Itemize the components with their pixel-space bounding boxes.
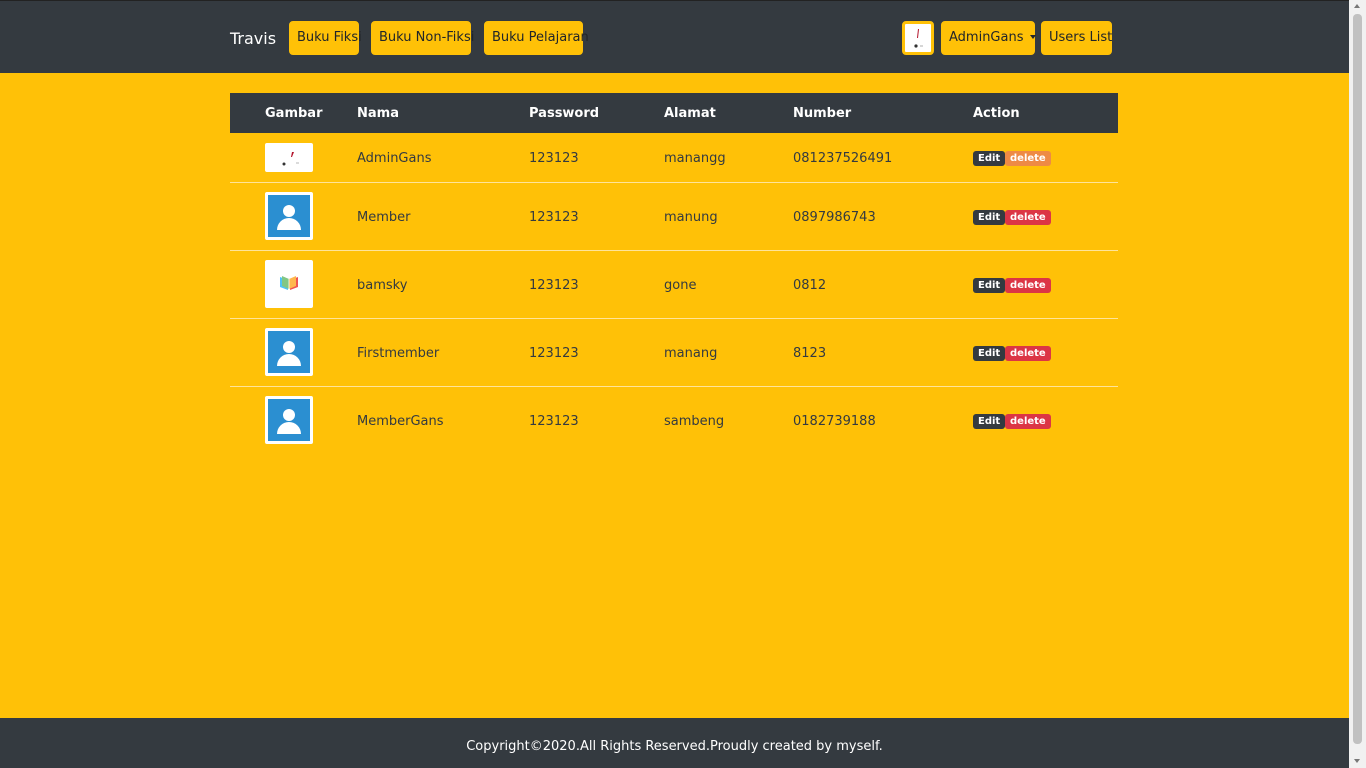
scrollbar-thumb[interactable] <box>1353 14 1362 744</box>
edit-button[interactable]: Edit <box>973 151 1006 166</box>
header-alamat: Alamat <box>664 106 716 121</box>
row-image <box>265 396 313 444</box>
row-nama: Firstmember <box>357 346 440 361</box>
header-gambar: Gambar <box>265 106 323 121</box>
page: Travis Buku Fiksi Buku Non-Fiksi Buku Pe… <box>0 0 1349 768</box>
row-alamat: manangg <box>664 151 726 166</box>
delete-button[interactable]: delete <box>1005 414 1051 429</box>
person-icon <box>268 399 310 441</box>
caret-down-icon <box>1030 35 1037 39</box>
row-alamat: manung <box>664 210 718 225</box>
footer-copyright: Copyright©2020.All Rights Reserved.Proud… <box>466 739 883 754</box>
row-number: 081237526491 <box>793 151 893 166</box>
row-number: 8123 <box>793 346 827 361</box>
row-nama: Member <box>357 210 411 225</box>
header-number: Number <box>793 106 852 121</box>
delete-button[interactable]: delete <box>1005 346 1051 361</box>
admin-avatar-icon <box>914 29 923 48</box>
table-row: AdminGans 123123 manangg 081237526491 Ed… <box>230 133 1118 183</box>
row-alamat: manang <box>664 346 718 361</box>
admin-image-icon <box>282 152 299 166</box>
delete-button[interactable]: delete <box>1005 210 1051 225</box>
table-header: Gambar Nama Password Alamat Number Actio… <box>230 93 1118 133</box>
person-icon <box>268 195 310 237</box>
edit-button[interactable]: Edit <box>973 414 1006 429</box>
row-password: 123123 <box>529 151 579 166</box>
edit-button[interactable]: Edit <box>973 278 1006 293</box>
row-password: 123123 <box>529 210 579 225</box>
row-image <box>265 192 313 240</box>
person-icon <box>268 331 310 373</box>
row-password: 123123 <box>529 346 579 361</box>
edit-button[interactable]: Edit <box>973 346 1006 361</box>
table-row: MemberGans 123123 sambeng 0182739188 Edi… <box>230 387 1118 455</box>
row-nama: bamsky <box>357 278 408 293</box>
navbar: Travis Buku Fiksi Buku Non-Fiksi Buku Pe… <box>0 0 1349 73</box>
row-number: 0182739188 <box>793 414 876 429</box>
footer: Copyright©2020.All Rights Reserved.Proud… <box>0 718 1349 768</box>
row-alamat: sambeng <box>664 414 725 429</box>
header-action: Action <box>973 106 1020 121</box>
nav-buku-non-fiksi-button[interactable]: Buku Non-Fiksi <box>371 21 474 55</box>
user-menu-dropdown[interactable]: AdminGans <box>941 21 1037 55</box>
row-image <box>265 143 313 172</box>
row-number: 0812 <box>793 278 827 293</box>
nav-buku-pelajaran-button[interactable]: Buku Pelajaran <box>484 21 589 55</box>
row-alamat: gone <box>664 278 697 293</box>
book-icon <box>280 276 298 290</box>
vertical-scrollbar[interactable] <box>1349 0 1366 768</box>
row-image <box>265 260 313 308</box>
row-password: 123123 <box>529 414 579 429</box>
row-number: 0897986743 <box>793 210 876 225</box>
delete-button[interactable]: delete <box>1005 151 1051 166</box>
nav-buku-fiksi-button[interactable]: Buku Fiksi <box>289 21 362 55</box>
row-nama: MemberGans <box>357 414 444 429</box>
table-row: Member 123123 manung 0897986743 Edit del… <box>230 183 1118 251</box>
brand-logo[interactable]: Travis <box>230 29 276 48</box>
users-list-button[interactable]: Users List <box>1041 21 1112 55</box>
header-password: Password <box>529 106 600 121</box>
edit-button[interactable]: Edit <box>973 210 1006 225</box>
header-nama: Nama <box>357 106 399 121</box>
delete-button[interactable]: delete <box>1005 278 1051 293</box>
table-row: Firstmember 123123 manang 8123 Edit dele… <box>230 319 1118 387</box>
row-nama: AdminGans <box>357 151 432 166</box>
user-menu-label: AdminGans <box>949 30 1024 45</box>
table-row: bamsky 123123 gone 0812 Edit delete <box>230 251 1118 319</box>
user-avatar[interactable] <box>902 21 934 55</box>
scroll-up-icon[interactable] <box>1354 4 1360 8</box>
row-password: 123123 <box>529 278 579 293</box>
scroll-down-icon[interactable] <box>1354 759 1360 763</box>
row-image <box>265 328 313 376</box>
